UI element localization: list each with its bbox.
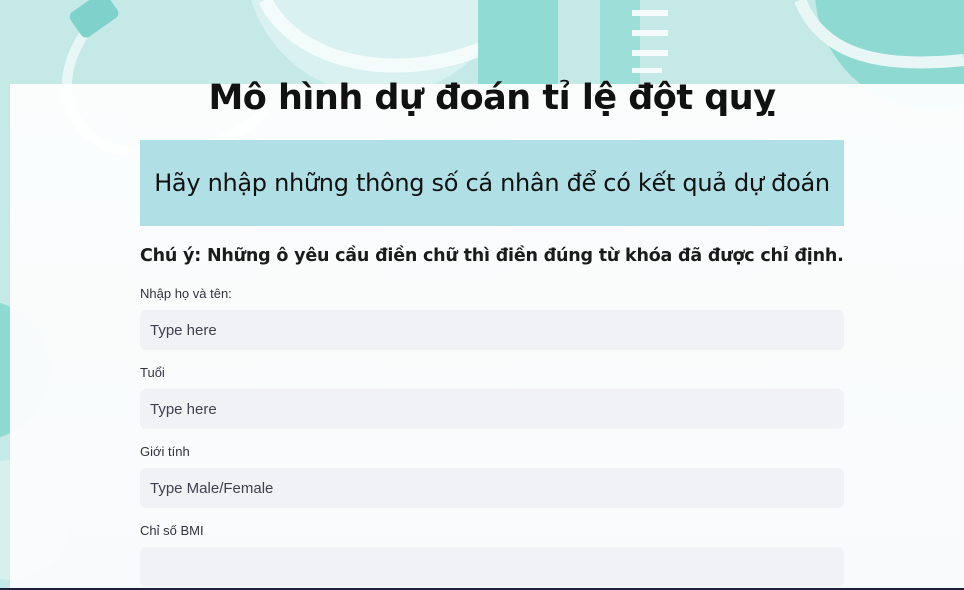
app-screen: Mô hình dự đoán tỉ lệ đột quỵ Hãy nhập n… bbox=[0, 0, 964, 590]
instruction-banner-text: Hãy nhập những thông số cá nhân để có kế… bbox=[154, 169, 830, 197]
form-container: Mô hình dự đoán tỉ lệ đột quỵ Hãy nhập n… bbox=[140, 70, 844, 587]
field-full-name: Nhập họ và tên: bbox=[140, 285, 844, 350]
full-name-label: Nhập họ và tên: bbox=[140, 286, 232, 301]
page-title: Mô hình dự đoán tỉ lệ đột quỵ bbox=[208, 78, 776, 118]
field-age: Tuổi bbox=[140, 364, 844, 429]
field-gender: Giới tính bbox=[140, 443, 844, 508]
instruction-banner: Hãy nhập những thông số cá nhân để có kế… bbox=[140, 140, 844, 226]
field-bmi: Chỉ số BMI bbox=[140, 522, 844, 587]
gender-label: Giới tính bbox=[140, 444, 190, 459]
gender-input[interactable] bbox=[140, 468, 844, 508]
bmi-input[interactable] bbox=[140, 547, 844, 587]
full-name-input[interactable] bbox=[140, 310, 844, 350]
age-input[interactable] bbox=[140, 389, 844, 429]
bmi-label: Chỉ số BMI bbox=[140, 523, 204, 538]
note-text: Chú ý: Những ô yêu cầu điền chữ thì điền… bbox=[140, 246, 844, 266]
age-label: Tuổi bbox=[140, 365, 165, 380]
